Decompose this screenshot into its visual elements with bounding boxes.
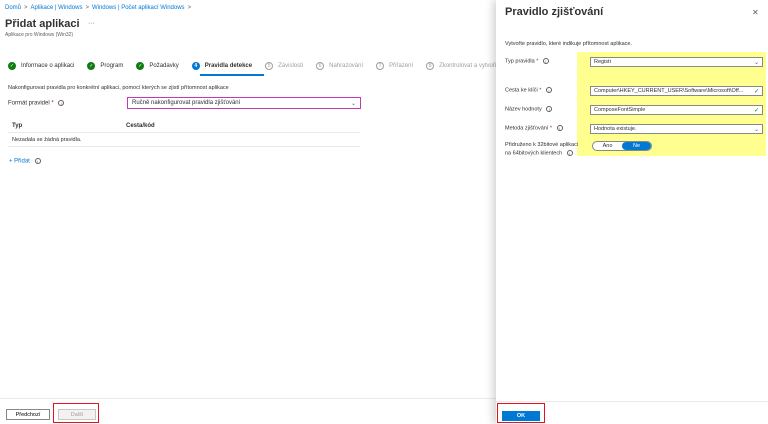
key-path-input[interactable]: Computer\HKEY_CURRENT_USER\Software\Micr… (590, 86, 763, 96)
breadcrumb: Domů > Aplikace | Windows > Windows | Počet … (5, 5, 194, 11)
active-step-indicator (200, 74, 264, 76)
step-number-badge: 5 (265, 62, 274, 70)
breadcrumb-separator: > (85, 5, 89, 11)
step-label: Nahrazování (329, 63, 364, 69)
step-app-info[interactable]: ✓ Informace o aplikaci (8, 62, 74, 70)
step-assignments[interactable]: 7 Přiřazení (376, 62, 413, 70)
breadcrumb-windows-count[interactable]: Windows | Počet aplikací Windows (92, 5, 185, 11)
step-supersedence[interactable]: 6 Nahrazování (316, 62, 363, 70)
panel-description: Vytvořte pravidlo, které indikuje přítom… (505, 41, 632, 47)
associated-32bit-text-2: na 64bitových klientech (505, 150, 563, 157)
main-page: Domů > Aplikace | Windows > Windows | Počet … (0, 0, 498, 424)
info-icon[interactable]: i (34, 158, 41, 164)
info-icon[interactable]: i (58, 100, 65, 106)
add-rule-label: + Přidat (9, 158, 30, 165)
check-icon: ✓ (753, 88, 759, 95)
value-name-label: Název hodnoty i (505, 106, 553, 113)
breadcrumb-apps-windows[interactable]: Aplikace | Windows (31, 5, 83, 11)
breadcrumb-home[interactable]: Domů (5, 5, 21, 11)
highlight-box-next (53, 403, 99, 423)
chevron-down-icon: ⌄ (350, 100, 356, 107)
step-detection-rules[interactable]: 4 Pravidla detekce (191, 62, 253, 70)
column-type: Typ (12, 123, 23, 129)
key-path-text: Cesta ke klíči (505, 87, 538, 94)
step-label: Pravidla detekce (204, 63, 253, 69)
more-options-icon[interactable]: ··· (88, 20, 95, 27)
previous-button[interactable]: Předchozí (6, 409, 50, 420)
value-name-input[interactable]: ComposeFontSimple ✓ (590, 105, 763, 115)
detection-method-dropdown[interactable]: Hodnota existuje. ⌄ (590, 124, 763, 134)
column-path-code: Cesta/kód (126, 123, 155, 129)
associated-32bit-toggle[interactable]: Ano Ne (592, 141, 652, 151)
step-number-badge: 4 (191, 62, 200, 70)
value-name-value: ComposeFontSimple (594, 107, 646, 113)
rules-table-empty: Nezadala se žádná pravidla. (8, 134, 360, 147)
highlight-box-ok (497, 403, 545, 423)
info-icon[interactable]: i (546, 106, 553, 112)
detection-description: Nakonfigurovat pravidla pro konkrétní ap… (8, 85, 229, 91)
step-label: Program (100, 63, 124, 69)
step-program[interactable]: ✓ Program (87, 62, 123, 70)
info-icon[interactable]: i (556, 125, 563, 131)
close-icon[interactable]: ✕ (752, 8, 759, 17)
check-circle-icon: ✓ (8, 62, 16, 70)
rules-table-header: Typ Cesta/kód (8, 121, 360, 133)
step-dependencies[interactable]: 5 Závislosti (265, 62, 303, 70)
associated-32bit-text-1: Přidruženo k 32bitové aplikaci (505, 142, 579, 148)
rule-type-value: Registr (594, 59, 612, 65)
step-label: Závislosti (278, 63, 304, 69)
rule-type-text: Typ pravidla (505, 58, 535, 65)
key-path-value: Computer\HKEY_CURRENT_USER\Software\Micr… (594, 88, 744, 94)
detection-method-label: Metoda zjišťování * i (505, 125, 563, 131)
check-circle-icon: ✓ (136, 62, 145, 70)
rules-format-value: Ručně nakonfigurovat pravidla zjišťování (132, 100, 241, 106)
rules-format-text: Formát pravidel (8, 100, 50, 107)
wizard-steps: ✓ Informace o aplikaci ✓ Program ✓ Požad… (8, 62, 511, 70)
step-number-badge: 8 (426, 62, 435, 70)
associated-32bit-label: Přidruženo k 32bitové aplikaci (505, 142, 578, 148)
step-label: Přiřazení (389, 63, 414, 69)
check-icon: ✓ (753, 107, 759, 114)
info-icon[interactable]: i (545, 87, 552, 93)
toggle-yes[interactable]: Ano (593, 142, 622, 150)
step-requirements[interactable]: ✓ Požadavky (136, 62, 179, 70)
required-marker: * (539, 87, 542, 94)
required-marker: * (536, 58, 539, 65)
toggle-no[interactable]: Ne (622, 142, 651, 150)
breadcrumb-separator: > (24, 5, 28, 11)
associated-32bit-label-line2: na 64bitových klientech i (505, 150, 573, 156)
step-label: Informace o aplikaci (21, 63, 75, 69)
breadcrumb-separator: > (187, 5, 192, 11)
chevron-down-icon: ⌄ (753, 126, 759, 133)
page-subtitle: Aplikace pro Windows (Win32) (5, 32, 74, 38)
step-number-badge: 6 (316, 62, 325, 70)
required-marker: * (549, 125, 553, 132)
detection-method-value: Hodnota existuje. (594, 126, 637, 132)
chevron-down-icon: ⌄ (753, 59, 759, 66)
value-name-text: Název hodnoty (505, 106, 542, 113)
rule-type-dropdown[interactable]: Registr ⌄ (590, 57, 763, 67)
step-review-create[interactable]: 8 Zkontrolovat a vytvořit (426, 62, 498, 70)
rules-format-label: Formát pravidel * i (8, 100, 65, 107)
rule-type-label: Typ pravidla * i (505, 58, 549, 64)
required-marker: * (51, 100, 54, 107)
info-icon[interactable]: i (542, 58, 549, 64)
key-path-label: Cesta ke klíči * i (505, 87, 552, 93)
detection-method-text: Metoda zjišťování (505, 125, 549, 132)
step-number-badge: 7 (376, 62, 385, 70)
page-title: Přidat aplikaci (5, 18, 80, 30)
check-circle-icon: ✓ (87, 62, 96, 70)
add-rule-link[interactable]: + Přidat i (9, 158, 41, 165)
step-label: Požadavky (149, 63, 179, 69)
step-label: Zkontrolovat a vytvořit (439, 63, 498, 69)
rules-format-dropdown[interactable]: Ručně nakonfigurovat pravidla zjišťování… (127, 97, 361, 109)
panel-title: Pravidlo zjišťování (505, 6, 604, 18)
info-icon[interactable]: i (566, 150, 573, 156)
